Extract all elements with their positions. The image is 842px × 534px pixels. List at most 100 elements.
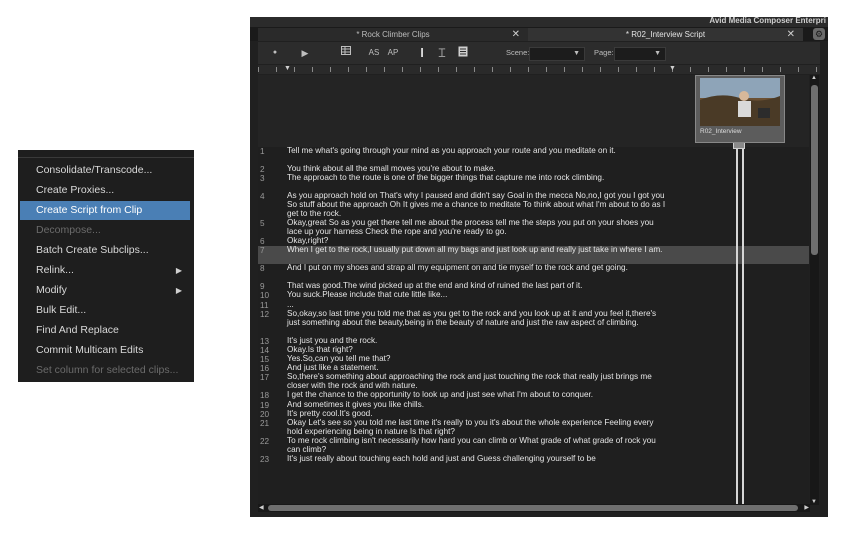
submenu-arrow-icon: ▶	[175, 286, 182, 295]
script-line[interactable]: 17 So,there's something about approaching…	[258, 373, 809, 391]
line-text: So,okay,so last time you told me that as…	[287, 308, 657, 327]
line-number: 12	[260, 309, 270, 319]
script-line[interactable]: 5 Okay,great So as you get there tell me …	[258, 218, 809, 237]
line-text: Okay,great So as you get there tell me a…	[287, 218, 654, 236]
as-button[interactable]: AS	[366, 46, 382, 60]
scroll-up-icon[interactable]: ▲	[811, 75, 817, 81]
horizontal-scrollbar[interactable]: ◀ ▶	[258, 504, 810, 512]
line-text: And I put on my shoes and strap all my e…	[287, 263, 628, 273]
script-text-area[interactable]: 1 Tell me what's going through your mind …	[258, 75, 809, 505]
script-line[interactable]: 8 And I put on my shoes and strap all my …	[258, 263, 809, 282]
script-line[interactable]: 4 As you approach hold on That's why I pa…	[258, 191, 809, 219]
page-select[interactable]: ▼	[614, 47, 666, 61]
menu-item-label: Relink...	[36, 264, 74, 276]
tab-label: * R02_Interview Script	[625, 30, 706, 39]
menu-separator	[18, 157, 194, 158]
line-text: I get the chance to the opportunity to l…	[287, 390, 594, 400]
menu-item: Decompose...	[20, 221, 190, 240]
line-number: 2	[260, 165, 265, 174]
tab-r02-interview-script[interactable]: * R02_Interview Script ✕	[528, 28, 803, 41]
line-number: 7	[260, 246, 265, 256]
scroll-left-icon[interactable]: ◀	[259, 504, 264, 512]
line-number: 19	[260, 400, 270, 410]
line-text: To me rock climbing isn't necessarily ho…	[287, 436, 656, 454]
thumbnail-caption: R02_Interview	[700, 128, 742, 135]
ibeam-plus-icon[interactable]: Ɪ	[436, 46, 448, 60]
script-line[interactable]: 10 You suck.Please include that cute litt…	[258, 290, 809, 301]
clip-thumbnail[interactable]: R02_Interview	[695, 75, 785, 143]
line-number: 22	[260, 437, 270, 446]
submenu-arrow-icon: ▶	[175, 266, 182, 275]
line-number: 15	[260, 355, 270, 364]
page-label: Page:	[594, 48, 614, 57]
ap-button[interactable]: AP	[385, 46, 401, 60]
tab-rock-climber-clips[interactable]: * Rock Climber Clips ✕	[258, 28, 528, 41]
app-title: Avid Media Composer Enterpri	[709, 16, 826, 25]
grid-icon-svg	[341, 46, 351, 55]
menu-item[interactable]: Create Script from Clip	[20, 201, 190, 220]
menu-item[interactable]: Relink... ▶	[20, 261, 190, 280]
menu-item[interactable]: Find And Replace	[20, 321, 190, 340]
scroll-right-icon[interactable]: ▶	[804, 504, 809, 512]
take-line[interactable]	[736, 147, 738, 505]
line-text: You suck.Please include that cute little…	[287, 290, 448, 300]
take-line[interactable]	[742, 147, 744, 505]
menu-item[interactable]: Batch Create Subclips...	[20, 241, 190, 260]
menu-item[interactable]: Consolidate/Transcode...	[20, 161, 190, 180]
document-icon[interactable]	[456, 46, 470, 60]
grid-icon[interactable]	[338, 46, 354, 60]
menu-item[interactable]: Bulk Edit...	[20, 301, 190, 320]
document-icon-svg	[458, 46, 468, 57]
gear-icon[interactable]: ⚙	[813, 28, 825, 40]
menu-item[interactable]: Modify ▶	[20, 281, 190, 300]
script-ruler[interactable]: ▼ ▼	[258, 65, 820, 74]
menu-item[interactable]: Create Proxies...	[20, 181, 190, 200]
menu-item-label: Modify	[36, 284, 67, 296]
line-number: 10	[260, 291, 270, 301]
line-number: 14	[260, 345, 270, 355]
script-line[interactable]: 22 To me rock climbing isn't necessarily …	[258, 436, 809, 455]
script-line[interactable]: 23 It's just really about touching each h…	[258, 454, 809, 464]
close-icon[interactable]: ✕	[512, 28, 520, 41]
line-number: 4	[260, 192, 265, 202]
vertical-scrollbar[interactable]: ▲ ▼	[810, 75, 819, 505]
script-line[interactable]: 1 Tell me what's going through your mind …	[258, 146, 809, 165]
scroll-thumb[interactable]	[268, 505, 798, 511]
scene-label: Scene:	[506, 48, 530, 57]
script-line[interactable]: 12 So,okay,so last time you told me that …	[258, 308, 809, 337]
record-icon[interactable]: ●	[262, 46, 288, 60]
line-number: 9	[260, 282, 265, 292]
menu-item[interactable]: Commit Multicam Edits	[20, 341, 190, 360]
scroll-down-icon[interactable]: ▼	[811, 499, 817, 505]
close-icon[interactable]: ✕	[787, 28, 795, 41]
tab-bar: * Rock Climber Clips ✕ * R02_Interview S…	[250, 27, 828, 41]
menu-item-label: Batch Create Subclips...	[36, 244, 149, 256]
line-number: 1	[260, 147, 265, 156]
script-line[interactable]: 21 Okay Let's see so you told me last tim…	[258, 418, 809, 437]
line-text: When I get to the rock,I usually put dow…	[287, 245, 663, 255]
ibeam-icon[interactable]: I	[415, 46, 429, 60]
ruler-marker-icon[interactable]: ▼	[669, 65, 676, 73]
script-toolbar: ● ▶ AS AP I Ɪ Scene: ▼ Page: ▼	[258, 42, 820, 64]
menu-item-label: Create Script from Clip	[36, 204, 143, 216]
menu-item-label: Find And Replace	[36, 324, 119, 336]
script-line[interactable]: 7 When I get to the rock,I usually put do…	[258, 245, 809, 265]
tab-label: * Rock Climber Clips	[356, 30, 430, 39]
line-number: 20	[260, 409, 270, 419]
chevron-down-icon: ▼	[654, 50, 661, 57]
line-number: 16	[260, 364, 270, 374]
menu-item-label: Bulk Edit...	[36, 304, 87, 316]
scene-select[interactable]: ▼	[529, 47, 585, 61]
menu-item-label: Create Proxies...	[36, 184, 115, 196]
line-text: Okay Let's see so you told me last time …	[287, 418, 654, 436]
ruler-marker-icon[interactable]: ▼	[284, 65, 291, 73]
menu-item-label: Set column for selected clips...	[36, 364, 179, 376]
line-number: 3	[260, 174, 265, 184]
script-line[interactable]: 3 The approach to the route is one of the…	[258, 173, 809, 192]
play-icon[interactable]: ▶	[292, 46, 318, 60]
menu-item-label: Decompose...	[36, 224, 101, 236]
app-title-bar: Avid Media Composer Enterpri	[250, 16, 828, 27]
scroll-thumb[interactable]	[811, 85, 818, 255]
line-text: As you approach hold on That's why I pau…	[287, 191, 666, 218]
line-text: So,there's something about approaching t…	[287, 372, 652, 391]
